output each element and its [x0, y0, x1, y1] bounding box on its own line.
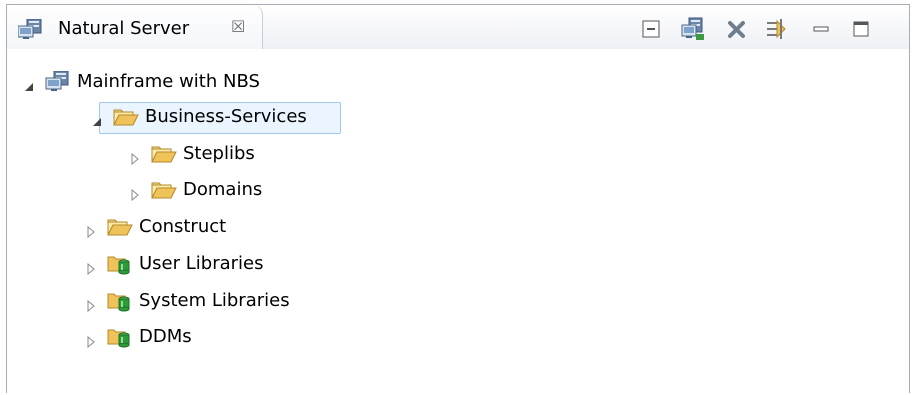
- server-icon[interactable]: [681, 17, 705, 41]
- collapsed-arrow-icon[interactable]: [85, 332, 97, 349]
- folder-open-icon: [113, 106, 139, 128]
- library-folder-icon: [107, 253, 131, 275]
- tree-item-mainframe[interactable]: Mainframe with NBS: [23, 68, 423, 98]
- tree-item-label: Mainframe with NBS: [77, 71, 260, 92]
- folder-open-icon: [151, 179, 177, 201]
- minimize-icon[interactable]: [809, 17, 833, 41]
- tree-item-system-libraries[interactable]: System Libraries: [85, 287, 385, 317]
- collapsed-arrow-icon[interactable]: [85, 259, 97, 276]
- collapse-all-icon[interactable]: [639, 17, 663, 41]
- library-folder-icon: [107, 326, 131, 348]
- x-icon[interactable]: [725, 17, 749, 41]
- tree-item-user-libraries[interactable]: User Libraries: [85, 250, 385, 280]
- tree-item-label: Domains: [183, 179, 263, 200]
- server-icon: [17, 18, 48, 44]
- folder-open-icon: [151, 143, 177, 165]
- tree-item-label: DDMs: [139, 326, 192, 347]
- maximize-icon[interactable]: [849, 17, 873, 41]
- view-toolbar: [639, 17, 899, 41]
- library-folder-icon: [107, 290, 131, 312]
- collapsed-arrow-icon[interactable]: [129, 185, 141, 202]
- tree-item-label: Construct: [139, 216, 227, 237]
- link-icon[interactable]: [765, 17, 789, 41]
- tree-item-label: Steplibs: [183, 143, 255, 164]
- tree-item-ddms[interactable]: DDMs: [85, 323, 385, 353]
- collapsed-arrow-icon[interactable]: [85, 296, 97, 313]
- collapsed-arrow-icon[interactable]: [129, 149, 141, 166]
- view-tab-bar: Natural Server ☒: [7, 5, 909, 49]
- tree-item-label: User Libraries: [139, 253, 264, 274]
- expanded-arrow-icon[interactable]: [23, 77, 35, 91]
- close-icon[interactable]: ☒: [231, 17, 245, 36]
- server-tree: Mainframe with NBS Business-Services Ste…: [7, 49, 909, 393]
- tree-item-domains[interactable]: Domains: [129, 176, 429, 206]
- natural-server-tab[interactable]: Natural Server ☒: [7, 5, 263, 49]
- folder-open-icon: [107, 216, 133, 238]
- tree-item-construct[interactable]: Construct: [85, 213, 385, 243]
- tab-title: Natural Server: [58, 18, 190, 39]
- tree-item-label: System Libraries: [139, 290, 290, 311]
- natural-server-view: Natural Server ☒ Mainframe with NBS Busi…: [6, 4, 910, 393]
- collapsed-arrow-icon[interactable]: [85, 222, 97, 239]
- tree-item-label: Business-Services: [145, 106, 307, 127]
- tree-item-steplibs[interactable]: Steplibs: [129, 140, 429, 170]
- server-icon: [45, 70, 69, 93]
- expanded-arrow-icon[interactable]: [91, 112, 103, 126]
- tree-item-business-services[interactable]: Business-Services: [91, 103, 391, 133]
